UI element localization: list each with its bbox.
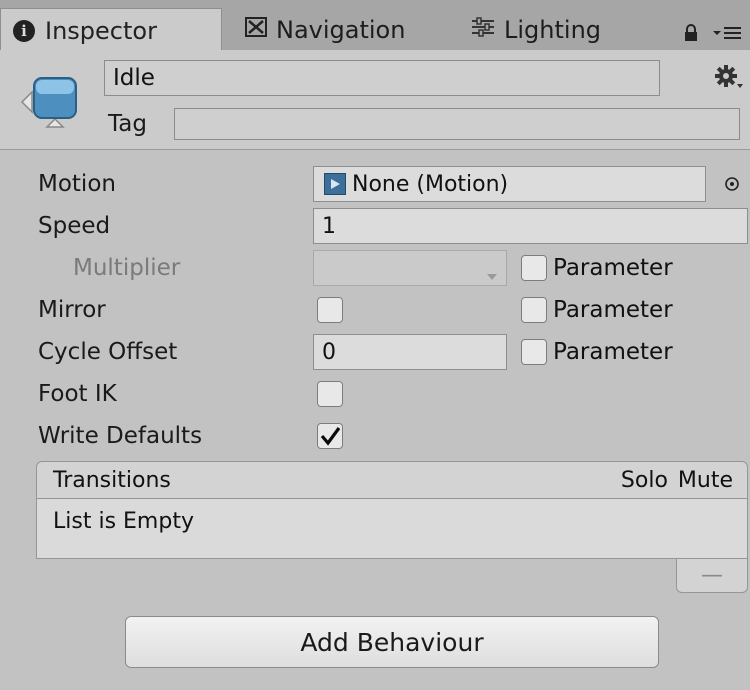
solo-column-label: Solo [620,467,668,493]
mute-column-label: Mute [677,467,733,493]
speed-field[interactable]: 1 [313,208,748,244]
transitions-list: List is Empty [36,499,748,559]
transitions-title: Transitions [53,467,171,493]
list-empty-text: List is Empty [53,509,194,534]
tab-navigation[interactable]: Navigation [244,10,405,50]
mirror-label: Mirror [38,297,106,323]
speed-label: Speed [38,213,111,239]
panel-menu-icon[interactable] [712,24,742,46]
state-name-field[interactable]: Idle [104,60,660,96]
tag-label: Tag [108,111,147,137]
lock-icon[interactable] [683,24,699,46]
tab-label: Inspector [45,16,157,45]
minus-icon: — [701,563,723,588]
tag-field[interactable] [174,108,740,140]
remove-transition-button[interactable]: — [676,559,748,593]
lighting-icon [470,16,496,44]
object-picker-icon[interactable] [724,176,740,196]
transitions-header: Transitions Solo Mute [36,461,748,499]
motion-value: None (Motion) [352,171,509,197]
multiplier-dropdown[interactable] [313,250,507,286]
cycle-offset-parameter-toggle[interactable]: Parameter [521,336,673,368]
cycle-offset-field[interactable]: 0 [313,334,507,370]
tab-inspector[interactable]: i Inspector [0,8,222,52]
write-defaults-label: Write Defaults [38,423,203,449]
parameter-label: Parameter [553,339,673,365]
info-icon: i [13,19,35,42]
mirror-checkbox[interactable] [317,297,343,323]
motion-clip-icon [324,173,346,195]
checkmark-icon [320,427,341,446]
navigation-icon [244,16,268,44]
motion-label: Motion [38,171,116,197]
foot-ik-checkbox[interactable] [317,381,343,407]
motion-field[interactable]: None (Motion) [313,166,706,202]
mirror-parameter-toggle[interactable]: Parameter [521,294,673,326]
tab-label: Navigation [276,16,406,44]
dropdown-arrow-icon [486,263,498,288]
parameter-label: Parameter [553,297,673,323]
add-behaviour-button[interactable]: Add Behaviour [125,616,659,668]
cycle-offset-parameter-checkbox[interactable] [521,339,547,365]
tab-label: Lighting [504,16,602,44]
write-defaults-checkbox[interactable] [317,423,343,449]
cycle-offset-label: Cycle Offset [38,339,178,365]
state-icon [18,64,88,138]
multiplier-parameter-toggle[interactable]: Parameter [521,252,673,284]
parameter-label: Parameter [553,255,673,281]
settings-gear-icon[interactable] [714,64,744,96]
foot-ik-label: Foot IK [38,381,117,407]
multiplier-parameter-checkbox[interactable] [521,255,547,281]
mirror-parameter-checkbox[interactable] [521,297,547,323]
tab-lighting[interactable]: Lighting [470,10,601,50]
multiplier-label: Multiplier [73,255,181,281]
